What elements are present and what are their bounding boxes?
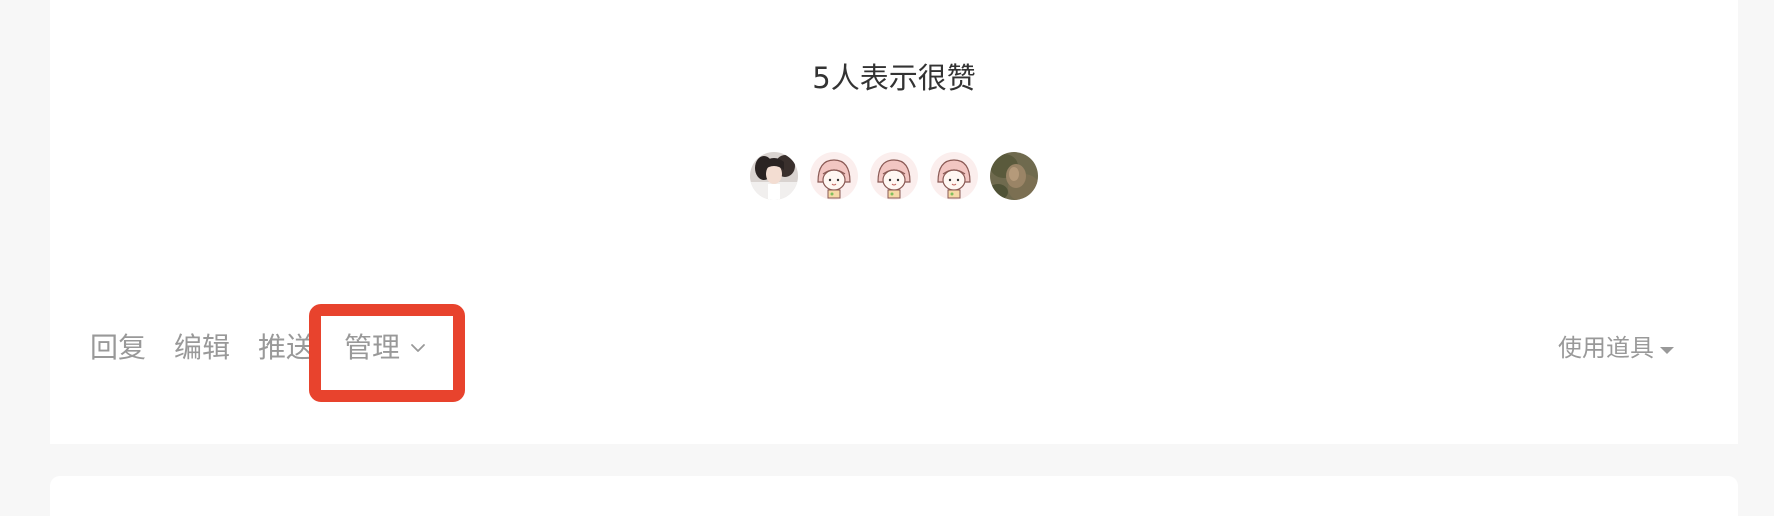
caret-down-icon — [1660, 346, 1674, 354]
cartoon-girl-avatar-icon — [870, 152, 918, 200]
manage-dropdown[interactable]: 管理 — [344, 325, 426, 371]
use-tools-dropdown[interactable]: 使用道具 — [1558, 328, 1674, 368]
liker-avatars — [50, 152, 1738, 200]
avatar[interactable] — [930, 152, 978, 200]
manage-label: 管理 — [344, 331, 401, 364]
edit-button[interactable]: 编辑 — [174, 325, 230, 371]
avatar[interactable] — [750, 152, 798, 200]
avatar[interactable] — [810, 152, 858, 200]
cartoon-girl-avatar-icon — [930, 152, 978, 200]
like-summary: 5人表示很赞 — [812, 61, 976, 95]
cartoon-girl-avatar-icon — [810, 152, 858, 200]
chevron-down-icon — [411, 344, 425, 352]
push-button[interactable]: 推送 — [258, 325, 314, 371]
user-avatar-photo-icon — [750, 152, 798, 200]
nature-photo-avatar-icon — [990, 152, 1038, 200]
reply-button[interactable]: 回复 — [90, 325, 146, 371]
next-post-card — [50, 476, 1738, 516]
avatar[interactable] — [990, 152, 1038, 200]
use-tools-label: 使用道具 — [1558, 334, 1654, 362]
post-footer-card: 5人表示很赞 回复 编辑 推送 管理 使用道具 — [50, 0, 1738, 444]
avatar[interactable] — [870, 152, 918, 200]
post-action-bar: 回复 编辑 推送 管理 — [90, 325, 454, 371]
